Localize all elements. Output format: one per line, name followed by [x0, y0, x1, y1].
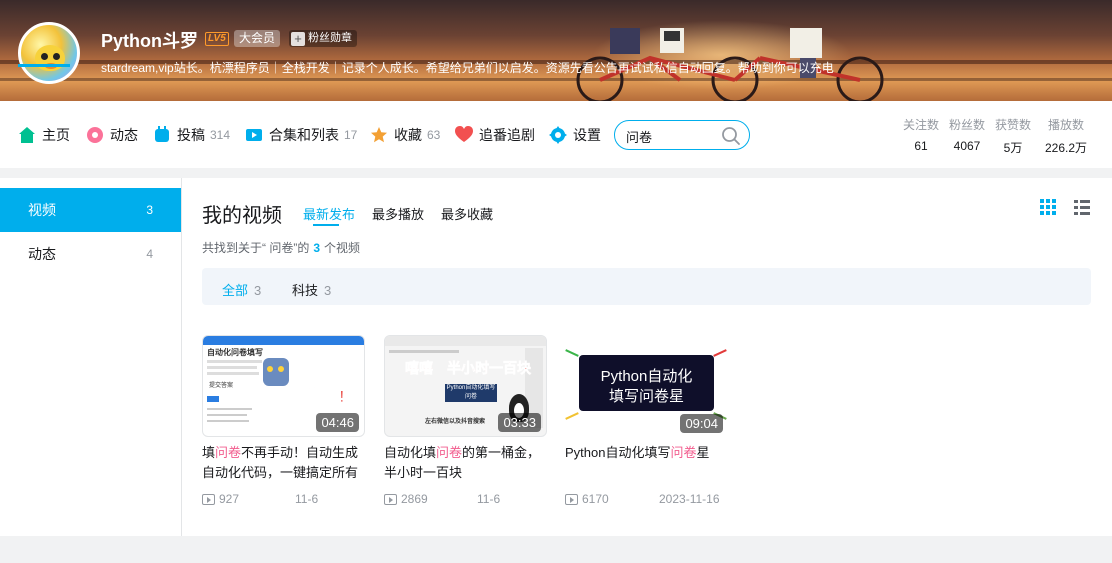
stat-following[interactable]: 关注数 61 — [900, 116, 942, 153]
vip-badge[interactable]: 大会员 — [234, 30, 281, 47]
fan-medal-label: 粉丝勋章 — [308, 32, 352, 44]
nav-tab-dynamic[interactable]: 动态 — [86, 125, 138, 145]
stat-plays: 播放数 226.2万 — [1044, 118, 1088, 155]
nav-tab-follow-series[interactable]: 追番追剧 — [455, 125, 535, 145]
search-input[interactable]: 问卷 — [626, 127, 652, 146]
video-meta: 2869 11-6 — [384, 491, 547, 507]
video-meta: 927 11-6 — [202, 491, 365, 507]
tab-most-played[interactable]: 最多播放 — [372, 204, 424, 223]
sidebar-item-video[interactable]: 视频 3 — [0, 188, 181, 232]
filter-tech[interactable]: 科技 3 — [292, 280, 331, 299]
page-title: 我的视频 — [202, 205, 282, 227]
search-box[interactable]: 问卷 — [614, 120, 750, 150]
sidebar-item-dynamic[interactable]: 动态 4 — [0, 232, 181, 276]
video-duration: 04:46 — [316, 413, 359, 432]
stat-likes: 获赞数 5万 — [994, 118, 1031, 155]
category-filter-bar: 全部 3 科技 3 — [202, 268, 1091, 305]
username: Python斗罗 — [101, 31, 198, 51]
play-count: 927 — [219, 492, 240, 506]
play-count-icon — [202, 493, 215, 505]
video-title[interactable]: 填问卷不再手动！自动生成自动化代码，一键搞定所有问卷 — [202, 443, 365, 483]
filter-all[interactable]: 全部 3 — [222, 280, 261, 299]
video-card[interactable]: 嘻嘻 半小时一百块 Python自动化填写问卷 左右微信以及抖音搜索 03:33… — [384, 335, 547, 507]
play-count-icon — [384, 493, 397, 505]
video-duration: 09:04 — [680, 414, 723, 433]
tab-latest[interactable]: 最新发布 — [303, 204, 355, 223]
video-thumbnail[interactable]: 嘻嘻 半小时一百块 Python自动化填写问卷 左右微信以及抖音搜索 03:33 — [384, 335, 547, 437]
page-footer-gap — [0, 536, 1112, 563]
grid-view-icon[interactable] — [1039, 198, 1057, 216]
banner-rail-lower — [0, 78, 1112, 81]
video-thumbnail[interactable]: Python自动化 填写问卷星 09:04 — [565, 335, 728, 437]
stat-fans[interactable]: 粉丝数 4067 — [946, 116, 988, 153]
plus-icon: + — [291, 31, 305, 46]
video-duration: 03:33 — [498, 413, 541, 432]
video-title[interactable]: 自动化填问卷的第一桶金，半小时一百块 — [384, 443, 547, 483]
video-meta: 6170 2023-11-16 — [565, 491, 728, 507]
play-count-icon — [565, 493, 578, 505]
nav-tab-settings[interactable]: 设置 — [549, 125, 601, 145]
publish-date: 2023-11-16 — [659, 492, 720, 506]
video-card[interactable]: 自动化问卷填写 提交答案 填问卷 不再手动! 04:46 填问卷不再手动！自动生… — [202, 335, 365, 507]
publish-date: 11-6 — [295, 492, 319, 506]
heart-icon — [455, 126, 473, 142]
dynamic-icon — [87, 127, 103, 143]
video-title[interactable]: Python自动化填写问卷星 — [565, 443, 728, 483]
fan-medal-button[interactable]: + 粉丝勋章 — [289, 30, 357, 47]
gear-icon — [549, 126, 567, 144]
play-count: 2869 — [401, 492, 428, 506]
level-badge: LV5 — [205, 32, 229, 46]
nav-tab-favorites[interactable]: 收藏 63 — [370, 125, 440, 145]
nav-tab-collection[interactable]: 合集和列表 17 — [245, 125, 357, 145]
tab-underline — [313, 224, 339, 226]
list-view-icon[interactable] — [1073, 198, 1091, 216]
nav-tab-home[interactable]: 主页 — [18, 125, 70, 145]
video-thumbnail[interactable]: 自动化问卷填写 提交答案 填问卷 不再手动! 04:46 — [202, 335, 365, 437]
active-tab-indicator — [18, 64, 70, 67]
upload-icon — [155, 126, 169, 142]
home-icon — [19, 127, 35, 143]
search-icon[interactable] — [721, 126, 741, 146]
collection-icon — [246, 129, 262, 141]
play-count: 6170 — [582, 492, 609, 506]
avatar[interactable] — [18, 22, 80, 84]
publish-date: 11-6 — [477, 492, 501, 506]
nav-tab-upload[interactable]: 投稿 314 — [153, 125, 230, 145]
video-card[interactable]: Python自动化 填写问卷星 09:04 Python自动化填写问卷星 617… — [565, 335, 728, 507]
star-icon — [371, 127, 387, 143]
sidebar: 视频 3 动态 4 — [0, 178, 182, 536]
tab-most-favorited[interactable]: 最多收藏 — [441, 204, 493, 223]
user-signature: stardream,vip站长。杭漂程序员｜全栈开发｜记录个人成长。希望给兄弟们… — [101, 61, 834, 75]
search-result-count: 共找到关于“ 问卷”的 3 个视频 — [202, 241, 361, 255]
